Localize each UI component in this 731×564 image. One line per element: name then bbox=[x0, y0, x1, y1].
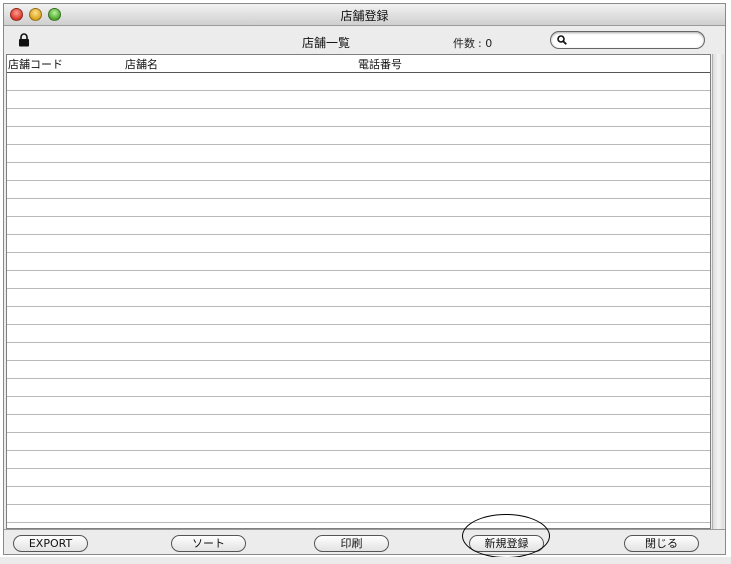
table-row[interactable] bbox=[7, 469, 710, 487]
table-row[interactable] bbox=[7, 397, 710, 415]
search-field[interactable] bbox=[550, 31, 705, 49]
title-bar[interactable]: 店舗登録 bbox=[4, 4, 725, 26]
toolbar: 店舗一覧 件数: 0 bbox=[4, 26, 725, 54]
record-count: 件数: 0 bbox=[453, 35, 492, 51]
table-row[interactable] bbox=[7, 73, 710, 91]
table-row[interactable] bbox=[7, 361, 710, 379]
table-row[interactable] bbox=[7, 379, 710, 397]
table-row[interactable] bbox=[7, 109, 710, 127]
search-icon bbox=[557, 35, 567, 45]
list-title: 店舗一覧 bbox=[302, 36, 351, 50]
search-input[interactable] bbox=[571, 33, 696, 47]
record-count-value: 0 bbox=[485, 37, 493, 50]
table-row[interactable] bbox=[7, 253, 710, 271]
table-row[interactable] bbox=[7, 451, 710, 469]
table-header: 店舗コード 店舗名 電話番号 bbox=[7, 55, 710, 73]
table-row[interactable] bbox=[7, 289, 710, 307]
table-row[interactable] bbox=[7, 199, 710, 217]
table-row[interactable] bbox=[7, 505, 710, 523]
footer-bar: EXPORT ソート 印刷 新規登録 閉じる bbox=[4, 529, 725, 554]
table-row[interactable] bbox=[7, 217, 710, 235]
column-header-store-code[interactable]: 店舗コード bbox=[8, 56, 63, 72]
page: 店舗登録 店舗一覧 件数: 0 店舗コード 店舗名 電話番号 EXPORT ソー… bbox=[0, 0, 731, 564]
table-row[interactable] bbox=[7, 325, 710, 343]
table-row[interactable] bbox=[7, 181, 710, 199]
store-registration-window: 店舗登録 店舗一覧 件数: 0 店舗コード 店舗名 電話番号 EXPORT ソー… bbox=[3, 3, 726, 555]
table-row[interactable] bbox=[7, 271, 710, 289]
table-row[interactable] bbox=[7, 307, 710, 325]
table-row[interactable] bbox=[7, 127, 710, 145]
new-registration-button[interactable]: 新規登録 bbox=[469, 535, 544, 552]
table-row[interactable] bbox=[7, 487, 710, 505]
column-header-store-name[interactable]: 店舗名 bbox=[125, 56, 158, 72]
vertical-scrollbar[interactable] bbox=[712, 54, 724, 529]
sort-button[interactable]: ソート bbox=[171, 535, 246, 552]
export-button[interactable]: EXPORT bbox=[13, 535, 88, 552]
table-row[interactable] bbox=[7, 343, 710, 361]
close-button[interactable]: 閉じる bbox=[624, 535, 699, 552]
lock-icon[interactable] bbox=[18, 33, 30, 47]
column-header-phone-number[interactable]: 電話番号 bbox=[358, 56, 402, 72]
table-row[interactable] bbox=[7, 145, 710, 163]
record-count-separator: : bbox=[478, 37, 482, 50]
table-row[interactable] bbox=[7, 433, 710, 451]
record-count-label: 件数 bbox=[453, 37, 475, 50]
table-row[interactable] bbox=[7, 235, 710, 253]
table-rows bbox=[7, 73, 710, 523]
store-list-table[interactable]: 店舗コード 店舗名 電話番号 bbox=[6, 54, 711, 529]
print-button[interactable]: 印刷 bbox=[314, 535, 389, 552]
table-row[interactable] bbox=[7, 91, 710, 109]
table-row[interactable] bbox=[7, 415, 710, 433]
bottom-strip bbox=[0, 557, 731, 564]
window-title: 店舗登録 bbox=[340, 9, 389, 23]
table-row[interactable] bbox=[7, 163, 710, 181]
